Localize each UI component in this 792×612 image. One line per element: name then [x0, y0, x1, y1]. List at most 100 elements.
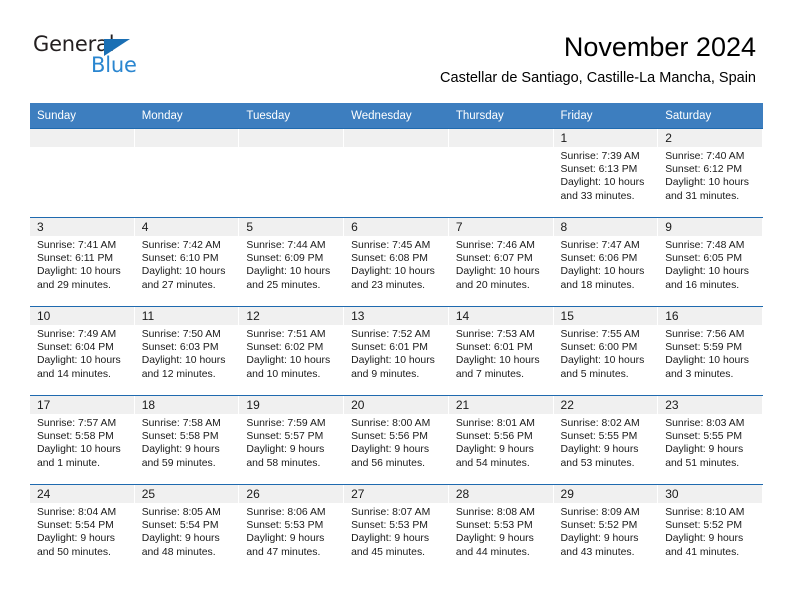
day-number: [30, 129, 134, 147]
sunrise-time: Sunrise: 7:56 AM: [665, 329, 745, 340]
day-number: 29: [553, 485, 658, 503]
calendar-day-cell[interactable]: 21 Sunrise: 8:01 AM Sunset: 5:56 PM Dayligh…: [448, 395, 554, 485]
day-number: 6: [344, 218, 448, 236]
day-number: 11: [134, 307, 239, 325]
calendar-day-cell[interactable]: 7 Sunrise: 7:46 AM Sunset: 6:07 PM Daylight…: [448, 217, 554, 307]
day-cell-content: 3 Sunrise: 7:41 AM Sunset: 6:11 PM Daylight…: [30, 218, 135, 306]
general-blue-logo[interactable]: General Blue: [33, 33, 173, 83]
calendar-day-cell[interactable]: 22 Sunrise: 8:02 AM Sunset: 5:55 PM Dayligh…: [553, 395, 659, 485]
daylight-duration: Daylight: 10 hours and 29 minutes.: [37, 266, 121, 291]
sunrise-time: Sunrise: 8:08 AM: [455, 507, 535, 518]
daylight-duration: Daylight: 10 hours and 1 minute.: [37, 444, 121, 469]
daylight-duration: Daylight: 10 hours and 25 minutes.: [246, 266, 331, 291]
day-number: 14: [448, 307, 553, 325]
sunset-time: Sunset: 6:01 PM: [455, 342, 533, 354]
calendar-day-cell[interactable]: 14 Sunrise: 7:53 AM Sunset: 6:01 PM Dayligh…: [448, 306, 554, 396]
sunset-time: Sunset: 5:57 PM: [246, 431, 324, 443]
weekday-header-monday: Monday: [134, 103, 240, 129]
day-cell-content: 7 Sunrise: 7:46 AM Sunset: 6:07 PM Daylight…: [448, 218, 554, 306]
daylight-duration: Daylight: 10 hours and 18 minutes.: [560, 266, 645, 291]
daylight-duration: Daylight: 10 hours and 14 minutes.: [37, 355, 121, 380]
title-block: November 2024 Castellar de Santiago, Cas…: [440, 30, 756, 89]
day-number: [448, 129, 553, 147]
day-details: Sunrise: 7:52 AM Sunset: 6:01 PM Daylight:…: [344, 325, 449, 381]
calendar-day-cell[interactable]: 26 Sunrise: 8:06 AM Sunset: 5:53 PM Dayligh…: [239, 484, 345, 573]
calendar-day-cell[interactable]: 9 Sunrise: 7:48 AM Sunset: 6:05 PM Daylight…: [658, 217, 763, 307]
sunset-time: Sunset: 6:11 PM: [37, 253, 114, 265]
calendar-day-cell[interactable]: 25 Sunrise: 8:05 AM Sunset: 5:54 PM Dayligh…: [134, 484, 240, 573]
day-cell-content: 15 Sunrise: 7:55 AM Sunset: 6:00 PM Dayligh…: [553, 307, 659, 395]
day-number: [239, 129, 344, 147]
calendar-day-cell[interactable]: 15 Sunrise: 7:55 AM Sunset: 6:00 PM Dayligh…: [553, 306, 659, 396]
day-cell-content: [344, 129, 449, 217]
day-cell-content: 30 Sunrise: 8:10 AM Sunset: 5:52 PM Dayligh…: [658, 485, 763, 573]
day-details: Sunrise: 7:50 AM Sunset: 6:03 PM Daylight:…: [135, 325, 240, 381]
calendar-day-cell[interactable]: 3 Sunrise: 7:41 AM Sunset: 6:11 PM Daylight…: [30, 217, 135, 307]
calendar-day-cell[interactable]: 19 Sunrise: 7:59 AM Sunset: 5:57 PM Dayligh…: [239, 395, 345, 485]
day-number: [344, 129, 448, 147]
calendar-day-cell[interactable]: 30 Sunrise: 8:10 AM Sunset: 5:52 PM Dayligh…: [658, 484, 763, 573]
calendar-day-cell-empty: [30, 128, 135, 218]
page-title: November 2024: [563, 32, 756, 62]
daylight-duration: Daylight: 9 hours and 59 minutes.: [141, 444, 220, 469]
daylight-duration: Daylight: 10 hours and 23 minutes.: [351, 266, 435, 291]
calendar-day-cell[interactable]: 13 Sunrise: 7:52 AM Sunset: 6:01 PM Dayligh…: [344, 306, 449, 396]
sunset-time: Sunset: 6:07 PM: [455, 253, 533, 265]
calendar-day-cell[interactable]: 11 Sunrise: 7:50 AM Sunset: 6:03 PM Dayligh…: [134, 306, 240, 396]
day-cell-content: 10 Sunrise: 7:49 AM Sunset: 6:04 PM Dayligh…: [30, 307, 135, 395]
daylight-duration: Daylight: 10 hours and 9 minutes.: [351, 355, 435, 380]
sunset-time: Sunset: 6:05 PM: [665, 253, 743, 265]
day-details: Sunrise: 7:41 AM Sunset: 6:11 PM Daylight:…: [30, 236, 135, 292]
sunrise-time: Sunrise: 8:03 AM: [665, 418, 745, 429]
sunrise-sunset-calendar-table: Sunday Monday Tuesday Wednesday Thursday…: [30, 103, 763, 573]
day-details: Sunrise: 7:58 AM Sunset: 5:58 PM Daylight:…: [135, 414, 240, 470]
sunset-time: Sunset: 6:03 PM: [141, 342, 219, 354]
calendar-day-cell[interactable]: 23 Sunrise: 8:03 AM Sunset: 5:55 PM Dayligh…: [658, 395, 763, 485]
sunset-time: Sunset: 5:53 PM: [455, 520, 533, 532]
day-number: 28: [448, 485, 553, 503]
calendar-page: General Blue November 2024 Castellar de …: [0, 0, 792, 612]
calendar-day-cell[interactable]: 1 Sunrise: 7:39 AM Sunset: 6:13 PM Daylight…: [553, 128, 659, 218]
calendar-week-row: 24 Sunrise: 8:04 AM Sunset: 5:54 PM Dayligh…: [30, 484, 763, 573]
daylight-duration: Daylight: 10 hours and 5 minutes.: [560, 355, 645, 380]
weekday-header-wednesday: Wednesday: [344, 103, 449, 129]
day-number: 4: [134, 218, 239, 236]
daylight-duration: Daylight: 9 hours and 41 minutes.: [665, 533, 744, 558]
day-cell-content: [30, 129, 135, 217]
calendar-day-cell-empty: [134, 128, 240, 218]
calendar-day-cell[interactable]: 29 Sunrise: 8:09 AM Sunset: 5:52 PM Dayligh…: [553, 484, 659, 573]
calendar-day-cell[interactable]: 4 Sunrise: 7:42 AM Sunset: 6:10 PM Daylight…: [134, 217, 240, 307]
daylight-duration: Daylight: 10 hours and 31 minutes.: [665, 177, 749, 202]
sunset-time: Sunset: 5:56 PM: [455, 431, 533, 443]
logo-text-general: General: [33, 32, 115, 56]
calendar-day-cell[interactable]: 12 Sunrise: 7:51 AM Sunset: 6:02 PM Dayligh…: [239, 306, 345, 396]
calendar-day-cell[interactable]: 20 Sunrise: 8:00 AM Sunset: 5:56 PM Dayligh…: [344, 395, 449, 485]
sunset-time: Sunset: 5:54 PM: [141, 520, 219, 532]
sunrise-time: Sunrise: 7:59 AM: [246, 418, 326, 429]
calendar-day-cell[interactable]: 18 Sunrise: 7:58 AM Sunset: 5:58 PM Dayligh…: [134, 395, 240, 485]
logo-text-blue: Blue: [91, 53, 137, 77]
day-number: [134, 129, 239, 147]
sunset-time: Sunset: 5:53 PM: [351, 520, 428, 532]
day-number: 26: [239, 485, 344, 503]
calendar-day-cell[interactable]: 27 Sunrise: 8:07 AM Sunset: 5:53 PM Dayligh…: [344, 484, 449, 573]
sunrise-time: Sunrise: 7:52 AM: [351, 329, 431, 340]
calendar-day-cell[interactable]: 6 Sunrise: 7:45 AM Sunset: 6:08 PM Daylight…: [344, 217, 449, 307]
calendar-day-cell[interactable]: 16 Sunrise: 7:56 AM Sunset: 5:59 PM Dayligh…: [658, 306, 763, 396]
sunset-time: Sunset: 6:10 PM: [141, 253, 219, 265]
day-details: Sunrise: 7:48 AM Sunset: 6:05 PM Daylight:…: [658, 236, 763, 292]
daylight-duration: Daylight: 9 hours and 53 minutes.: [560, 444, 639, 469]
calendar-day-cell[interactable]: 5 Sunrise: 7:44 AM Sunset: 6:09 PM Daylight…: [239, 217, 345, 307]
calendar-day-cell[interactable]: 24 Sunrise: 8:04 AM Sunset: 5:54 PM Dayligh…: [30, 484, 135, 573]
day-cell-content: [239, 129, 344, 217]
calendar-day-cell[interactable]: 8 Sunrise: 7:47 AM Sunset: 6:06 PM Daylight…: [553, 217, 659, 307]
daylight-duration: Daylight: 10 hours and 3 minutes.: [665, 355, 749, 380]
calendar-day-cell[interactable]: 28 Sunrise: 8:08 AM Sunset: 5:53 PM Dayligh…: [448, 484, 554, 573]
daylight-duration: Daylight: 10 hours and 20 minutes.: [455, 266, 540, 291]
sunrise-time: Sunrise: 7:44 AM: [246, 240, 326, 251]
calendar-day-cell[interactable]: 2 Sunrise: 7:40 AM Sunset: 6:12 PM Daylight…: [658, 128, 763, 218]
day-number: 15: [553, 307, 658, 325]
calendar-day-cell[interactable]: 17 Sunrise: 7:57 AM Sunset: 5:58 PM Dayligh…: [30, 395, 135, 485]
calendar-day-cell[interactable]: 10 Sunrise: 7:49 AM Sunset: 6:04 PM Dayligh…: [30, 306, 135, 396]
sunrise-time: Sunrise: 8:00 AM: [351, 418, 431, 429]
